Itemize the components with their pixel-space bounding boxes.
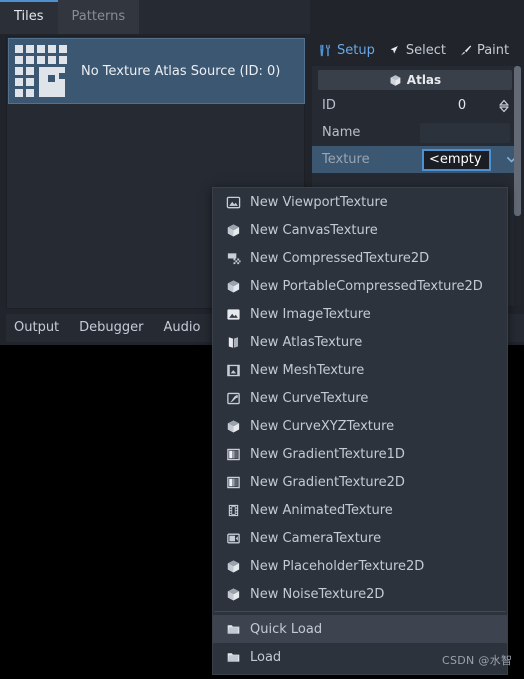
- menu-item-label: New CurveXYZTexture: [250, 418, 395, 434]
- menu-item-label: New PlaceholderTexture2D: [250, 558, 425, 574]
- property-row-texture: Texture <empty: [312, 146, 518, 173]
- menu-item-label: New MeshTexture: [250, 362, 365, 378]
- folder-icon: [225, 649, 241, 665]
- menu-item-label: New AtlasTexture: [250, 334, 363, 350]
- id-spinner[interactable]: [498, 99, 510, 113]
- menu-item-new-gradienttexture2d[interactable]: New GradientTexture2D: [213, 468, 507, 496]
- gradient-icon: [225, 446, 241, 462]
- menu-item-label: New CanvasTexture: [250, 222, 378, 238]
- menu-item-new-compressedtexture2d[interactable]: New CompressedTexture2D: [213, 244, 507, 272]
- menu-item-label: New PortableCompressedTexture2D: [250, 278, 483, 294]
- menu-item-label: New NoiseTexture2D: [250, 586, 385, 602]
- menu-item-label: New CameraTexture: [250, 530, 382, 546]
- compressed-image-icon: [225, 250, 241, 266]
- tab-patterns-label: Patterns: [71, 9, 126, 24]
- menu-item-new-canvastexture[interactable]: New CanvasTexture: [213, 216, 507, 244]
- atlas-thumbnail-icon: [15, 45, 67, 97]
- inspector-scrollbar-thumb[interactable]: [514, 66, 521, 216]
- property-label-texture: Texture: [322, 152, 370, 167]
- property-row-id: ID 0: [312, 92, 518, 119]
- name-input[interactable]: [420, 122, 510, 143]
- menu-item-label: Quick Load: [250, 621, 323, 637]
- folder-icon: [225, 621, 241, 637]
- menu-item-new-cameratexture[interactable]: New CameraTexture: [213, 524, 507, 552]
- menu-item-new-curvexyztexture[interactable]: New CurveXYZTexture: [213, 412, 507, 440]
- cube-icon: [225, 586, 241, 602]
- menu-separator: [214, 611, 506, 612]
- mesh-image-icon: [225, 362, 241, 378]
- toolbar-button-setup-label: Setup: [337, 42, 375, 58]
- property-row-name: Name: [312, 119, 518, 146]
- tileset-mode-toolbar: Setup Select Paint: [312, 36, 524, 64]
- atlas-map-icon: [225, 334, 241, 350]
- texture-resource-field[interactable]: <empty: [422, 148, 491, 171]
- list-item[interactable]: No Texture Atlas Source (ID: 0): [8, 38, 305, 104]
- menu-item-new-gradienttexture1d[interactable]: New GradientTexture1D: [213, 440, 507, 468]
- camera-icon: [225, 530, 241, 546]
- dock-tab-debugger[interactable]: Debugger: [69, 314, 153, 342]
- list-item-label: No Texture Atlas Source (ID: 0): [81, 63, 281, 79]
- setup-tools-icon: [318, 43, 333, 58]
- inspector-section-header-atlas[interactable]: Atlas: [318, 70, 512, 90]
- cube-icon: [225, 558, 241, 574]
- toolbar-button-paint[interactable]: Paint: [458, 43, 509, 58]
- cube-icon: [225, 278, 241, 294]
- menu-item-label: New ViewportTexture: [250, 194, 388, 210]
- menu-item-new-portablecompressedtexture2d[interactable]: New PortableCompressedTexture2D: [213, 272, 507, 300]
- image-icon: [225, 306, 241, 322]
- gradient-icon: [225, 474, 241, 490]
- menu-item-label: New CompressedTexture2D: [250, 250, 430, 266]
- cube-icon: [225, 418, 241, 434]
- tab-tiles-label: Tiles: [14, 9, 44, 24]
- cursor-arrow-icon: [387, 43, 402, 58]
- tileset-tabbar: Tiles Patterns: [0, 0, 310, 34]
- menu-item-new-meshtexture[interactable]: New MeshTexture: [213, 356, 507, 384]
- toolbar-button-setup[interactable]: Setup: [318, 43, 375, 58]
- app-root: Tiles Patterns No Texture Atlas Source (…: [0, 0, 524, 679]
- menu-item-new-animatedtexture[interactable]: New AnimatedTexture: [213, 496, 507, 524]
- menu-item-new-viewporttexture[interactable]: New ViewportTexture: [213, 188, 507, 216]
- curve-icon: [225, 390, 241, 406]
- tab-tiles[interactable]: Tiles: [0, 0, 58, 34]
- menu-item-label: New GradientTexture1D: [250, 446, 405, 462]
- inspector-section-header-label: Atlas: [406, 73, 442, 87]
- menu-item-label: New AnimatedTexture: [250, 502, 393, 518]
- toolbar-button-paint-label: Paint: [476, 42, 510, 58]
- menu-item-new-placeholdertexture2d[interactable]: New PlaceholderTexture2D: [213, 552, 507, 580]
- tab-patterns[interactable]: Patterns: [57, 0, 140, 34]
- cube-icon: [225, 222, 241, 238]
- toolbar-button-select-label: Select: [405, 42, 446, 58]
- menu-item-label: New GradientTexture2D: [250, 474, 405, 490]
- menu-item-label: Load: [250, 649, 282, 665]
- dock-tab-audio[interactable]: Audio: [154, 314, 211, 342]
- image-icon: [225, 194, 241, 210]
- toolbar-button-select[interactable]: Select: [387, 43, 446, 58]
- paintbrush-icon: [458, 43, 473, 58]
- menu-item-new-imagetexture[interactable]: New ImageTexture: [213, 300, 507, 328]
- new-resource-popup-menu: New ViewportTexture New CanvasTexture Ne…: [212, 187, 508, 675]
- menu-item-new-atlastexture[interactable]: New AtlasTexture: [213, 328, 507, 356]
- property-label-name: Name: [322, 125, 361, 140]
- film-strip-icon: [225, 502, 241, 518]
- property-label-id: ID: [322, 98, 336, 113]
- menu-item-new-curvetexture[interactable]: New CurveTexture: [213, 384, 507, 412]
- dock-tab-output[interactable]: Output: [6, 314, 69, 342]
- menu-item-label: New ImageTexture: [250, 306, 371, 322]
- menu-item-quick-load[interactable]: Quick Load: [213, 615, 507, 643]
- menu-item-label: New CurveTexture: [250, 390, 369, 406]
- watermark: CSDN @水智: [442, 654, 513, 667]
- menu-item-new-noisetexture2d[interactable]: New NoiseTexture2D: [213, 580, 507, 608]
- cube-icon: [389, 74, 402, 87]
